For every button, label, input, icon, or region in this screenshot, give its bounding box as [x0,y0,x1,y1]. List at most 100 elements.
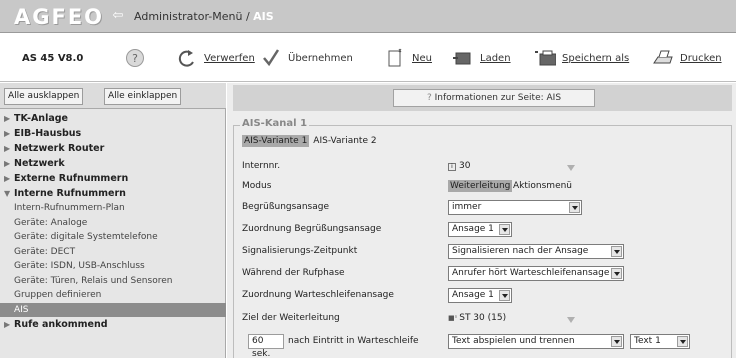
sidebar-subitem-intern-rufnummern-plan[interactable]: Intern-Rufnummern-Plan [0,201,226,216]
sidebar-item-interne-rufnummern[interactable]: ▼ Interne Rufnummern [0,186,226,201]
extension-icon: ■ˢ [448,314,458,322]
chevron-down-icon [611,268,622,279]
new-label: Neu [412,52,432,64]
toolbar: AS 45 V8.0 ? Verwerfen Übernehmen Neu La… [0,34,736,82]
version-label: AS 45 V8.0 [22,53,84,64]
forward-target-value[interactable]: ■ˢ ST 30 (15) [448,313,506,323]
greeting-assign-value: Ansage 1 [452,224,494,234]
text-select[interactable]: Text 1 [630,334,690,349]
sidebar-subitem-geraete-analoge[interactable]: Geräte: Analoge [0,216,226,231]
load-folder-icon [452,47,474,69]
delay-label: nach Eintritt in Warteschleife [288,336,419,346]
expand-all-button[interactable]: Alle ausklappen [4,88,84,105]
modus-aktionsmenue-tab[interactable]: Aktionsmenü [511,180,574,192]
sidebar-subitem-gruppen-definieren[interactable]: Gruppen definieren [0,288,226,303]
tab-ais-variante-1[interactable]: AIS-Variante 1 [242,135,310,147]
apply-button[interactable]: Übernehmen [260,46,353,70]
back-arrow-icon[interactable]: ⇦ [110,8,126,24]
collapse-all-button[interactable]: Alle einklappen [104,88,182,105]
forward-target-text: ST 30 (15) [459,313,507,323]
save-as-button[interactable]: Speichern als [534,46,629,70]
hold-assign-select[interactable]: Ansage 1 [448,288,512,303]
help-icon: ? [124,47,146,69]
sidebar-item-externe-rufnummern[interactable]: ▶ Externe Rufnummern [0,171,226,186]
undo-arrow-icon [176,47,198,69]
forward-target-dropdown-arrow-icon[interactable] [567,317,575,323]
discard-label: Verwerfen [204,52,255,64]
sidebar-item-label: Rufe ankommend [14,319,108,330]
svg-text:?: ? [132,52,138,65]
sidebar-item-tk-anlage[interactable]: ▶ TK-Anlage [0,111,226,126]
sidebar-item-rufe-ankommend[interactable]: ▶ Rufe ankommend [0,317,226,332]
greeting-assign-select[interactable]: Ansage 1 [448,222,512,237]
variant-tabs: AIS-Variante 1 AIS-Variante 2 [242,135,379,147]
print-label: Drucken [680,52,722,64]
signal-time-value: Signalisieren nach der Ansage [452,246,589,256]
ringing-phase-select[interactable]: Anrufer hört Warteschleifenansage [448,266,624,281]
sidebar-subitem-geraete-isdn-usb[interactable]: Geräte: ISDN, USB-Anschluss [0,259,226,274]
tab-ais-variante-2[interactable]: AIS-Variante 2 [311,135,378,147]
internnr-dropdown-arrow-icon[interactable] [567,165,575,171]
expand-arrow-icon: ▶ [4,159,11,168]
print-button[interactable]: Drucken [652,46,722,70]
hold-assign-value: Ansage 1 [452,290,494,300]
sidebar-item-label: TK-Anlage [14,113,68,124]
save-as-icon [534,47,556,69]
greeting-assign-label: Zuordnung Begrüßungsansage [242,224,382,234]
printer-icon [652,47,674,69]
expand-arrow-icon: ▶ [4,129,11,138]
new-document-icon [384,47,406,69]
load-label: Laden [480,52,511,64]
greeting-select-value: immer [452,202,482,212]
expand-arrow-icon: ▶ [4,320,11,329]
internnr-label: Internnr. [242,161,281,171]
sidebar-item-label: EIB-Hausbus [14,128,82,139]
collapse-arrow-icon: ▼ [4,189,11,198]
help-button[interactable]: ? [124,46,146,70]
sidebar-item-netzwerk-router[interactable]: ▶ Netzwerk Router [0,141,226,156]
phone-icon: i [448,163,456,171]
discard-button[interactable]: Verwerfen [176,46,255,70]
sidebar-subitem-geraete-dect[interactable]: Geräte: DECT [0,245,226,260]
signal-time-select[interactable]: Signalisieren nach der Ansage [448,244,624,259]
sidebar-nav: ▶ TK-Anlage ▶ EIB-Hausbus ▶ Netzwerk Router… [0,111,226,332]
hold-action-value: Text abspielen und trennen [452,336,575,346]
hold-action-select[interactable]: Text abspielen und trennen [448,334,624,349]
top-header: AGFEO ⇦ Administrator-Menü / AIS [0,0,736,33]
delay-input[interactable]: 60 sek. [248,334,284,358]
expand-arrow-icon: ▶ [4,144,11,153]
modus-label: Modus [242,181,272,191]
load-button[interactable]: Laden [452,46,511,70]
chevron-down-icon [611,336,622,347]
text-select-value: Text 1 [634,336,661,346]
greeting-select[interactable]: immer [448,200,582,215]
chevron-down-icon [677,336,688,347]
sidebar: Alle ausklappen Alle einklappen ▶ TK-Anla… [0,83,226,358]
checkmark-icon [260,47,282,69]
breadcrumb-prefix[interactable]: Administrator-Menü / [134,10,250,23]
chevron-down-icon [569,202,580,213]
breadcrumb: Administrator-Menü / AIS [134,10,274,23]
sidebar-item-netzwerk[interactable]: ▶ Netzwerk [0,156,226,171]
agfeo-logo: AGFEO [14,5,105,29]
internnr-value[interactable]: i 30 [448,161,470,171]
sidebar-item-eib-hausbus[interactable]: ▶ EIB-Hausbus [0,126,226,141]
new-button[interactable]: Neu [384,46,432,70]
sidebar-subitem-geraete-tueren[interactable]: Geräte: Türen, Relais und Sensoren [0,274,226,289]
page-info-label: Informationen zur Seite: AIS [434,93,562,103]
group-title: AIS-Kanal 1 [240,118,310,129]
sidebar-subitem-geraete-systemtelefone[interactable]: Geräte: digitale Systemtelefone [0,230,226,245]
sidebar-item-label: Netzwerk Router [14,143,105,154]
question-icon: ? [426,93,435,103]
sidebar-item-label: Externe Rufnummern [14,173,129,184]
main-content: ? Informationen zur Seite: AIS AIS-Kanal… [227,83,736,358]
modus-weiterleitung-tab[interactable]: Weiterleitung [448,180,513,192]
sidebar-subitem-ais[interactable]: AIS [0,302,226,317]
hold-assign-label: Zuordnung Warteschleifenansage [242,290,394,300]
apply-label: Übernehmen [288,52,353,64]
page-info-button[interactable]: ? Informationen zur Seite: AIS [393,89,595,107]
expand-controls: Alle ausklappen Alle einklappen [0,83,226,109]
greeting-label: Begrüßungsansage [242,202,329,212]
chevron-down-icon [499,224,510,235]
ais-channel-group: AIS-Kanal 1 AIS-Variante 1 AIS-Variante … [233,118,732,358]
